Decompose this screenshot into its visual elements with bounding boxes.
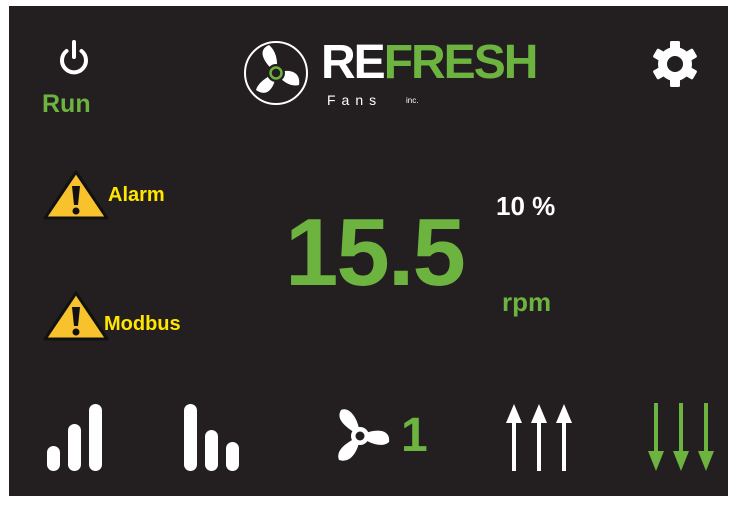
modbus-label: Modbus [104, 313, 181, 335]
power-icon [60, 40, 88, 75]
arrows-down-icon [648, 403, 714, 471]
settings-button[interactable] [649, 38, 701, 90]
power-button[interactable] [49, 38, 99, 78]
brand-suffix: inc. [406, 96, 419, 105]
warning-icon [43, 291, 109, 341]
alarm-label: Alarm [108, 184, 165, 206]
signal-bars-button[interactable] [45, 402, 105, 472]
brand-logo: REFRESH Fans inc. [241, 32, 538, 112]
brand-subtitle: Fans [327, 92, 383, 108]
increase-button[interactable] [503, 401, 575, 473]
brand-word-right: FRESH [383, 36, 539, 89]
brand-wordmark: REFRESH [321, 36, 539, 89]
bars-descending-button[interactable] [181, 402, 246, 472]
fan-select-button[interactable]: 1 [327, 404, 442, 468]
decrease-button[interactable] [645, 401, 717, 473]
percent-readout: 10 % [496, 191, 556, 221]
signal-bars-icon [47, 404, 102, 471]
warning-icon [43, 170, 109, 220]
alarm-alert[interactable]: Alarm [42, 169, 222, 221]
fan-number: 1 [401, 409, 428, 462]
speed-unit: rpm [502, 287, 552, 317]
control-panel: Run REFRESH Fans inc. Alarm Modbus 10 % … [9, 6, 728, 496]
fan-logo-icon [244, 41, 308, 105]
brand-word-left: RE [321, 36, 386, 89]
speed-value: 15.5 [285, 199, 466, 306]
bars-descending-icon [184, 404, 239, 471]
fan-icon [338, 409, 390, 461]
modbus-alert[interactable]: Modbus [42, 290, 222, 342]
run-status-label: Run [42, 90, 91, 118]
arrows-up-icon [506, 404, 572, 471]
settings-gear-icon [653, 41, 697, 87]
